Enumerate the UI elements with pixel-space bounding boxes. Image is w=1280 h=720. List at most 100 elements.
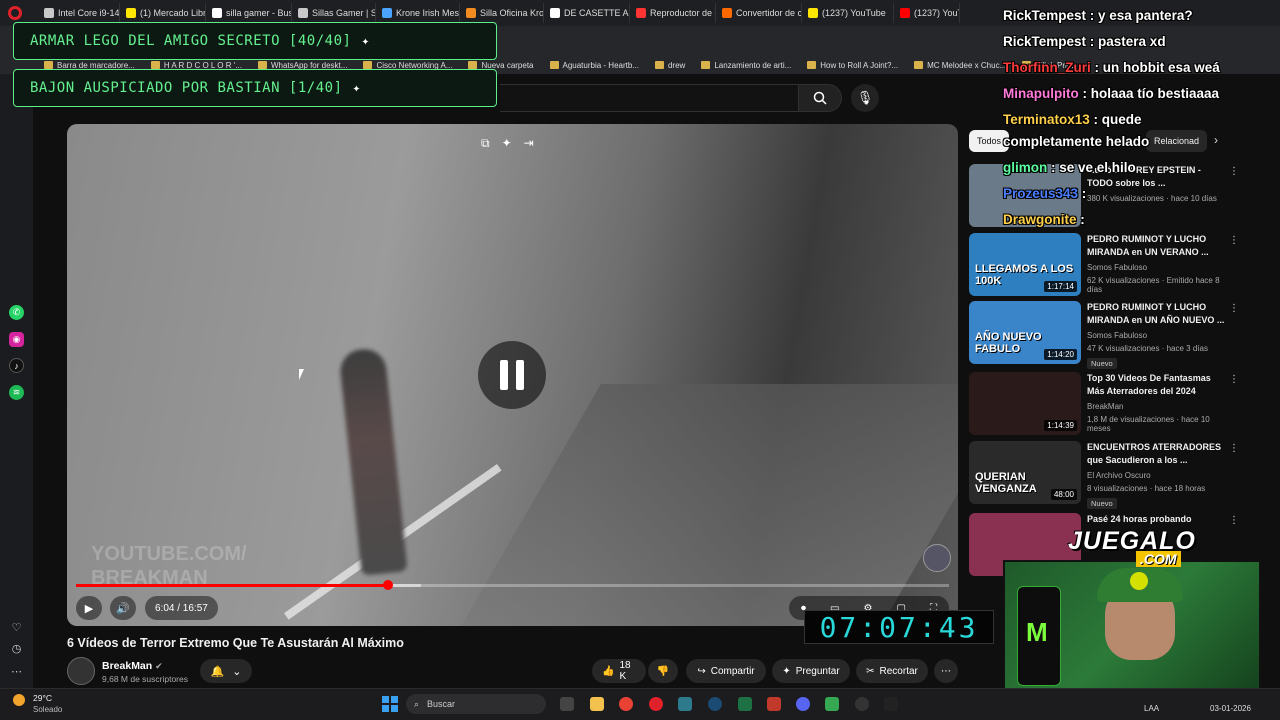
tiktok-icon[interactable]: ♪	[9, 358, 24, 373]
tab-favicon-icon	[298, 8, 308, 18]
chat-message: Drawgonite :	[1003, 212, 1085, 227]
chat-username[interactable]: RickTempest	[1003, 34, 1086, 49]
folder-icon	[914, 61, 924, 69]
bookmark-item[interactable]: How to Roll A Joint?...	[807, 61, 898, 70]
drive-icon[interactable]	[825, 697, 839, 711]
chat-username[interactable]: Thorfinn_Zuri	[1003, 60, 1091, 75]
tray-language[interactable]: LAA	[1144, 704, 1159, 713]
discord-icon[interactable]	[796, 697, 810, 711]
recommendation-item[interactable]: 1:14:39 Top 30 Videos De Fantasmas Más At…	[969, 372, 1269, 436]
more-options-icon[interactable]: ⋮	[1229, 166, 1239, 177]
history-icon[interactable]: ◷	[9, 641, 24, 656]
dislike-button[interactable]: 👎	[648, 659, 678, 683]
more-options-icon[interactable]: ⋮	[1229, 443, 1239, 454]
chat-text: : un hobbit esa weá	[1090, 60, 1220, 75]
play-button[interactable]: ▶	[76, 596, 102, 620]
browser-tab[interactable]: (1) Mercado Libre	[120, 3, 206, 23]
video-frame-figure	[338, 347, 408, 576]
windows-start-icon[interactable]	[382, 696, 398, 712]
more-options-icon[interactable]: ⋮	[1229, 235, 1239, 246]
more-options-icon[interactable]: ⋮	[1229, 515, 1239, 526]
search-button[interactable]	[798, 84, 842, 112]
skip-icon[interactable]: ⇥	[524, 136, 534, 151]
instagram-icon[interactable]: ◉	[9, 332, 24, 347]
share-button[interactable]: ↪ Compartir	[686, 659, 766, 683]
folder-icon	[363, 61, 373, 69]
volume-button[interactable]: 🔊	[110, 596, 136, 620]
search-input[interactable]	[500, 84, 798, 112]
channel-avatar[interactable]	[67, 657, 95, 685]
app-icon[interactable]	[678, 697, 692, 711]
channel-name[interactable]: BreakMan ✔	[102, 660, 163, 672]
pause-overlay-button[interactable]	[478, 341, 546, 409]
recommendation-item[interactable]: LLEGAMOS A LOS 100K 1:17:14 PEDRO RUMINOT …	[969, 233, 1269, 297]
chat-username[interactable]: RickTempest	[1003, 8, 1086, 23]
chips-next-chevron-icon[interactable]: ›	[1214, 133, 1218, 147]
play-icon: ▶	[84, 602, 94, 615]
recommendation-thumbnail[interactable]: 1:14:39	[969, 372, 1081, 435]
windows-taskbar	[0, 688, 1280, 720]
browser-tab[interactable]: silla gamer - Busca	[206, 3, 292, 23]
ask-button[interactable]: ✦ Preguntar	[772, 659, 850, 683]
voice-search-button[interactable]: 🎙	[851, 84, 879, 112]
clip-button[interactable]: ✂ Recortar	[856, 659, 928, 683]
bookmark-item[interactable]: MC Melodee x Chuc...	[914, 61, 1006, 70]
steam-icon[interactable]	[708, 697, 722, 711]
recommendation-thumbnail[interactable]: QUERIAN VENGANZA 48:00	[969, 441, 1081, 504]
recommendation-item[interactable]: AÑO NUEVO FABULO 1:14:20 PEDRO RUMINOT Y L…	[969, 301, 1269, 369]
browser-tab[interactable]: Reproductor de ca	[630, 3, 716, 23]
weather-sun-icon[interactable]	[13, 694, 25, 706]
recommendation-thumbnail[interactable]: AÑO NUEVO FABULO 1:14:20	[969, 301, 1081, 364]
browser-tab[interactable]: (1237) YouTu	[894, 3, 960, 23]
share-icon: ↪	[697, 665, 706, 677]
folder-icon	[654, 61, 664, 69]
browser-tab[interactable]: DE CASETTE A MP	[544, 3, 630, 23]
channel-watermark-avatar[interactable]	[923, 544, 951, 572]
bookmark-item[interactable]: drew	[654, 61, 685, 70]
miniplayer-icon[interactable]: ⧉	[481, 136, 490, 151]
like-button[interactable]: 👍 18 K	[592, 659, 646, 683]
chat-text: : quede	[1089, 112, 1142, 127]
chat-username[interactable]: Minapulpito	[1003, 86, 1079, 101]
recommendation-thumbnail[interactable]: LLEGAMOS A LOS 100K 1:17:14	[969, 233, 1081, 296]
more-options-icon[interactable]: ⋮	[1229, 303, 1239, 314]
recommendation-item[interactable]: QUERIAN VENGANZA 48:00 ENCUENTROS ATERRADO…	[969, 441, 1269, 509]
more-options-icon[interactable]: ⋮	[1229, 374, 1239, 385]
video-player[interactable]: YOUTUBE.COM/ BREAKMAN ⧉ ✦ ⇥ ▶ 🔊 6:04 / 1…	[67, 124, 958, 626]
more-actions-button[interactable]: ⋯	[934, 659, 958, 683]
chrome-icon[interactable]	[619, 697, 633, 711]
whatsapp-icon[interactable]: ✆	[9, 305, 24, 320]
browser-tab[interactable]: Intel Core i9-1490	[38, 3, 120, 23]
excel-icon[interactable]	[738, 697, 752, 711]
chat-username[interactable]: Terminatox13	[1003, 112, 1090, 127]
browser-tab[interactable]: Krone Irish Mesh |	[376, 3, 460, 23]
epic-games-icon[interactable]	[884, 697, 898, 711]
recommendation-title: PEDRO RUMINOT Y LUCHO MIRANDA en UN VERA…	[1087, 234, 1209, 257]
chip-relacionados[interactable]: Relacionad	[1146, 130, 1208, 152]
ai-sparkle-icon[interactable]: ✦	[502, 136, 512, 151]
tab-favicon-icon	[44, 8, 54, 18]
recommendation-title: Pasé 24 horas probando	[1087, 514, 1192, 524]
obs-icon[interactable]	[855, 697, 869, 711]
opera-icon[interactable]	[649, 697, 663, 711]
file-explorer-icon[interactable]	[590, 697, 604, 711]
notifications-button[interactable]: 🔔 ⌄	[200, 659, 252, 683]
browser-tab[interactable]: Convertidor de cir	[716, 3, 802, 23]
heart-icon[interactable]: ♡	[9, 620, 24, 635]
chat-username[interactable]: Prozeus343	[1003, 186, 1078, 201]
chat-username[interactable]: Drawgonite	[1003, 212, 1077, 227]
chat-username[interactable]: glimon	[1003, 160, 1047, 175]
opera-logo-icon[interactable]	[8, 6, 22, 20]
bookmark-item[interactable]: Lanzamiento de arti...	[701, 61, 791, 70]
taskbar-search[interactable]: ⌕ Buscar	[406, 694, 546, 714]
progress-scrubber[interactable]	[383, 580, 393, 590]
spotify-icon[interactable]: ≋	[9, 385, 24, 400]
mail-icon[interactable]	[767, 697, 781, 711]
task-view-icon[interactable]	[560, 697, 574, 711]
tray-date[interactable]: 03-01-2026	[1210, 704, 1251, 713]
browser-tab[interactable]: (1237) YouTube	[802, 3, 894, 23]
more-icon[interactable]: ⋯	[9, 664, 24, 679]
browser-tab[interactable]: Sillas Gamer | Sold	[292, 3, 376, 23]
bookmark-item[interactable]: Aguaturbia - Heartb...	[549, 61, 639, 70]
browser-tab[interactable]: Silla Oficina Krone	[460, 3, 544, 23]
